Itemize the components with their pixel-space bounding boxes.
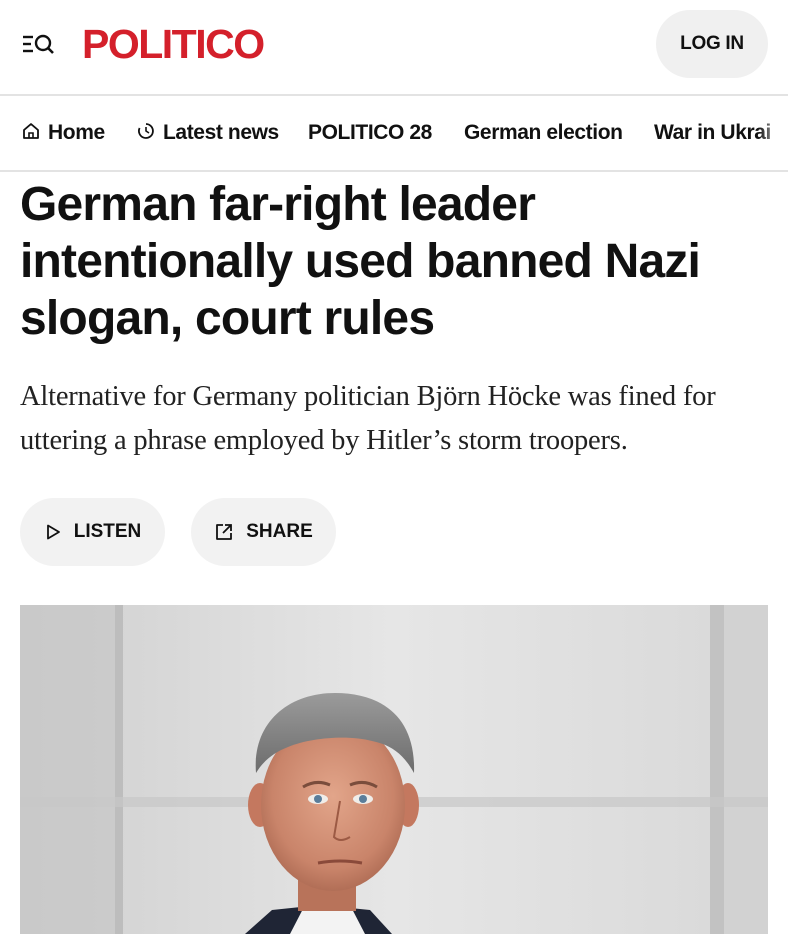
- section-nav: Home Latest news POLITICO 28 German elec…: [0, 96, 788, 172]
- article-headline: German far-right leader intentionally us…: [20, 178, 701, 345]
- lead-photo-image: [20, 605, 768, 934]
- share-button[interactable]: SHARE: [191, 498, 336, 566]
- nav-label-home: Home: [48, 121, 105, 144]
- play-icon: [46, 524, 60, 540]
- nav-item-home[interactable]: Home: [22, 96, 105, 170]
- nav-item-german-election[interactable]: German election: [464, 96, 623, 170]
- lead-photo: [20, 605, 768, 934]
- article-subheadline: Alternative for Germany politician Björn…: [20, 381, 716, 456]
- home-icon: [23, 123, 39, 140]
- menu-search-icon: [23, 34, 54, 54]
- nav-item-latest-news[interactable]: Latest news: [137, 96, 279, 170]
- menu-search-button[interactable]: [20, 28, 60, 60]
- listen-button[interactable]: LISTEN: [20, 498, 165, 566]
- nav-label-latest-news: Latest news: [163, 121, 279, 144]
- site-header: POLITICO LOG IN: [0, 0, 788, 96]
- clock-icon: [138, 123, 154, 140]
- nav-item-war-in-ukraine[interactable]: War in Ukrai: [654, 96, 771, 170]
- login-button[interactable]: LOG IN: [656, 10, 768, 78]
- politico-logo[interactable]: POLITICO: [82, 20, 265, 68]
- listen-label: LISTEN: [73, 521, 142, 542]
- nav-item-politico-28[interactable]: POLITICO 28: [308, 96, 432, 170]
- share-icon: [216, 524, 233, 540]
- nav-fade-overlay: [758, 96, 788, 170]
- share-label: SHARE: [246, 521, 313, 542]
